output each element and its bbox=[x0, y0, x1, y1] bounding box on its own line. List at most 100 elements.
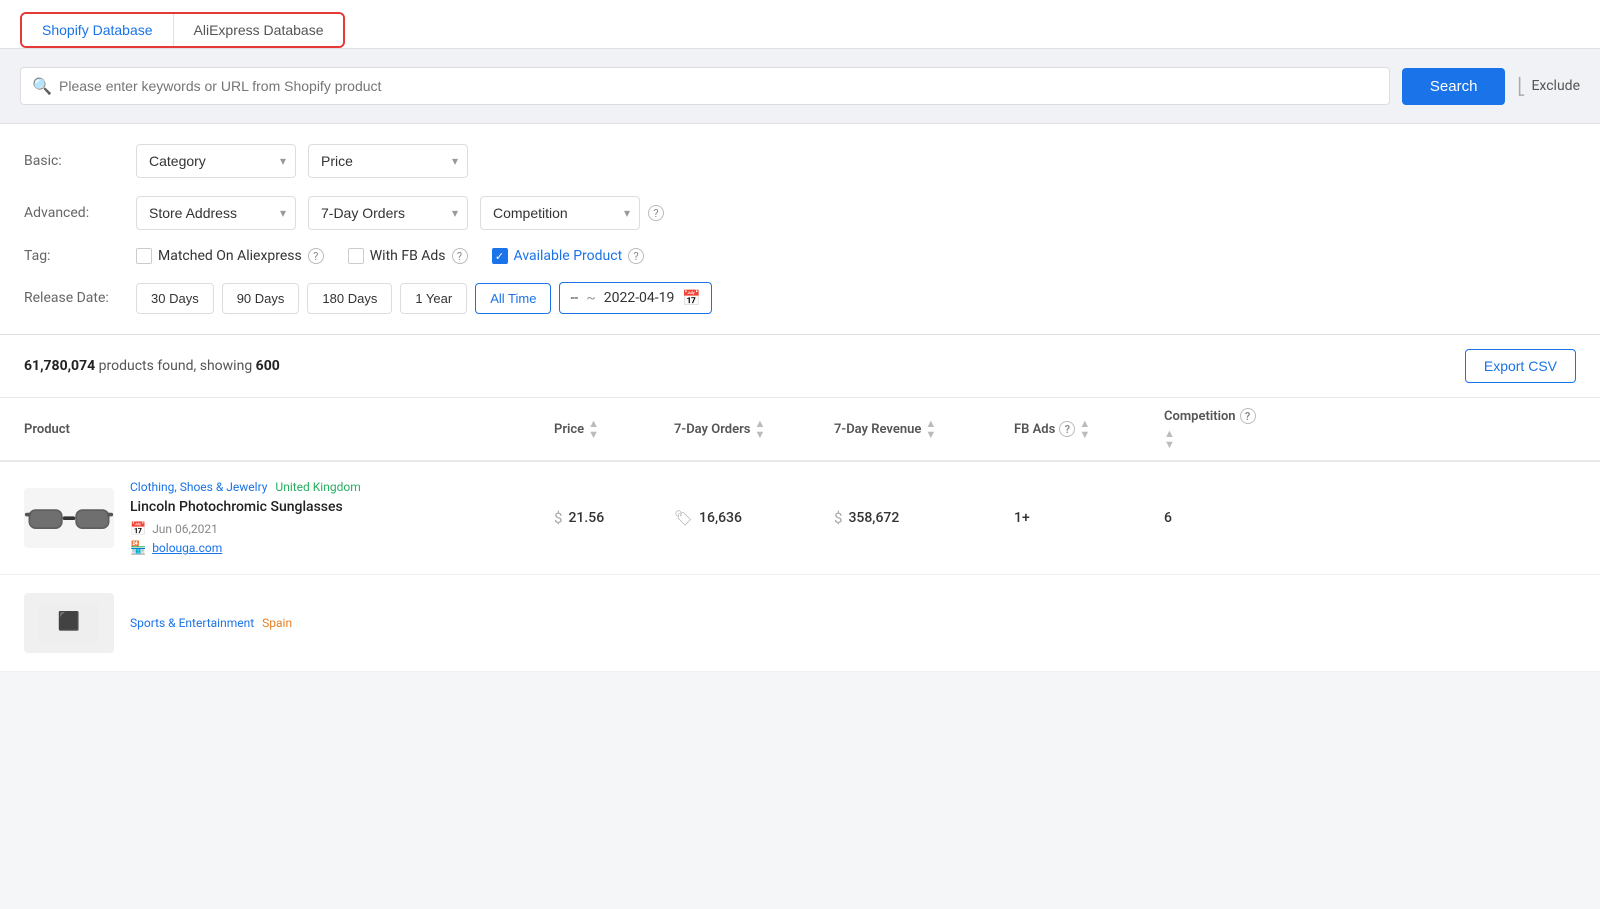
product-name-1[interactable]: Lincoln Photochromic Sunglasses bbox=[130, 498, 361, 518]
fb-ads-label: With FB Ads bbox=[370, 248, 446, 264]
tag-filter-row: Tag: Matched On Aliexpress ? With FB Ads… bbox=[24, 248, 1576, 264]
revenue-cell-1: $ 358,672 bbox=[834, 509, 1014, 527]
revenue-value-1: 358,672 bbox=[848, 510, 899, 526]
exclude-wrap[interactable]: ⎣ Exclude bbox=[1517, 77, 1580, 96]
date-180-days-btn[interactable]: 180 Days bbox=[307, 283, 392, 314]
price-icon-1: $ bbox=[554, 509, 562, 527]
fb-ads-help-icon[interactable]: ? bbox=[452, 248, 468, 264]
product-meta-1: 📅 Jun 06,2021 bbox=[130, 522, 361, 537]
price-select-wrap: Price bbox=[308, 144, 468, 178]
tab-aliexpress-database[interactable]: AliExpress Database bbox=[174, 14, 344, 46]
date-tilde: ~ bbox=[586, 290, 596, 306]
product-info-1: Clothing, Shoes & Jewelry United Kingdom… bbox=[130, 480, 361, 556]
filter-icon: ⎣ bbox=[1517, 77, 1525, 96]
price-cell-1: $ 21.56 bbox=[554, 509, 674, 527]
date-from-value: -- bbox=[570, 290, 578, 306]
orders-value-1: 16,636 bbox=[699, 510, 742, 526]
table-header: Product Price ▲▼ 7-Day Orders ▲▼ 7-Day R… bbox=[0, 398, 1600, 462]
competition-select[interactable]: Competition bbox=[480, 196, 640, 230]
tag-available-product[interactable]: Available Product ? bbox=[492, 248, 645, 264]
tag-matched-aliexpress[interactable]: Matched On Aliexpress ? bbox=[136, 248, 324, 264]
product-info-2: Sports & Entertainment Spain bbox=[130, 616, 292, 630]
price-select[interactable]: Price bbox=[308, 144, 468, 178]
orders-cell-1: 🏷 16,636 bbox=[674, 509, 834, 527]
results-total-label: products found, showing bbox=[99, 358, 256, 374]
price-value-1: 21.56 bbox=[568, 510, 604, 526]
date-1-year-btn[interactable]: 1 Year bbox=[400, 283, 467, 314]
search-input-wrap: 🔍 bbox=[20, 67, 1390, 105]
table-row: Clothing, Shoes & Jewelry United Kingdom… bbox=[0, 462, 1600, 575]
price-sort-icon: ▲▼ bbox=[588, 418, 599, 440]
top-tabs-section: Shopify Database AliExpress Database bbox=[0, 0, 1600, 49]
results-total: 61,780,074 bbox=[24, 358, 95, 374]
competition-value-1: 6 bbox=[1164, 510, 1172, 526]
product-tags-1: Clothing, Shoes & Jewelry United Kingdom bbox=[130, 480, 361, 494]
competition-select-wrap: Competition bbox=[480, 196, 640, 230]
calendar-icon[interactable]: 📅 bbox=[682, 289, 701, 307]
product-date-1: Jun 06,2021 bbox=[152, 522, 218, 536]
fb-ads-col-help-icon[interactable]: ? bbox=[1059, 421, 1075, 437]
th-7day-orders[interactable]: 7-Day Orders ▲▼ bbox=[674, 418, 834, 440]
category-select-wrap: Category bbox=[136, 144, 296, 178]
advanced-filter-row: Advanced: Store Address 7-Day Orders Com… bbox=[24, 196, 1576, 230]
fb-ads-cell-1: 1+ bbox=[1014, 510, 1164, 526]
product-country-1: United Kingdom bbox=[275, 480, 360, 494]
basic-label: Basic: bbox=[24, 153, 124, 169]
available-product-checkbox[interactable] bbox=[492, 248, 508, 264]
product-store-1[interactable]: bolouga.com bbox=[152, 541, 222, 555]
orders-sort-icon: ▲▼ bbox=[754, 418, 765, 440]
product-store-meta-1: 🏪 bolouga.com bbox=[130, 541, 361, 556]
product-tags-2: Sports & Entertainment Spain bbox=[130, 616, 292, 630]
exclude-label: Exclude bbox=[1531, 78, 1580, 94]
release-date-row: Release Date: 30 Days 90 Days 180 Days 1… bbox=[24, 282, 1576, 314]
fb-ads-checkbox[interactable] bbox=[348, 248, 364, 264]
competition-col-help-icon[interactable]: ? bbox=[1240, 408, 1256, 424]
product-image-1 bbox=[24, 488, 114, 548]
orders-icon-1: 🏷 bbox=[674, 509, 693, 527]
tag-row: Matched On Aliexpress ? With FB Ads ? Av… bbox=[136, 248, 644, 264]
date-row: 30 Days 90 Days 180 Days 1 Year All Time… bbox=[136, 282, 712, 314]
category-select[interactable]: Category bbox=[136, 144, 296, 178]
tag-label: Tag: bbox=[24, 248, 124, 264]
export-csv-button[interactable]: Export CSV bbox=[1465, 349, 1576, 383]
competition-cell-1: 6 bbox=[1164, 510, 1314, 526]
filters-section: Basic: Category Price Advanced: Store Ad… bbox=[0, 124, 1600, 335]
tab-shopify-database[interactable]: Shopify Database bbox=[22, 14, 174, 46]
competition-help-icon[interactable]: ? bbox=[648, 205, 664, 221]
tab-border-box: Shopify Database AliExpress Database bbox=[20, 12, 345, 48]
search-input[interactable] bbox=[20, 67, 1390, 105]
product-cell-2: ⬛ Sports & Entertainment Spain bbox=[24, 593, 554, 653]
results-bar: 61,780,074 products found, showing 600 E… bbox=[0, 335, 1600, 398]
orders-select[interactable]: 7-Day Orders bbox=[308, 196, 468, 230]
matched-aliexpress-checkbox[interactable] bbox=[136, 248, 152, 264]
date-to-value: 2022-04-19 bbox=[604, 290, 675, 306]
date-30-days-btn[interactable]: 30 Days bbox=[136, 283, 214, 314]
store-address-select-wrap: Store Address bbox=[136, 196, 296, 230]
th-competition[interactable]: Competition ? ▲▼ bbox=[1164, 408, 1314, 450]
svg-text:⬛: ⬛ bbox=[58, 610, 80, 632]
revenue-sort-icon: ▲▼ bbox=[925, 418, 936, 440]
date-all-time-btn[interactable]: All Time bbox=[475, 283, 551, 314]
results-count: 61,780,074 products found, showing 600 bbox=[24, 358, 280, 374]
fb-ads-sort-icon: ▲▼ bbox=[1079, 418, 1090, 440]
date-90-days-btn[interactable]: 90 Days bbox=[222, 283, 300, 314]
date-icon-1: 📅 bbox=[130, 522, 146, 537]
table-row: ⬛ Sports & Entertainment Spain bbox=[0, 575, 1600, 672]
store-address-select[interactable]: Store Address bbox=[136, 196, 296, 230]
search-icon: 🔍 bbox=[32, 77, 52, 96]
th-price[interactable]: Price ▲▼ bbox=[554, 418, 674, 440]
tag-fb-ads[interactable]: With FB Ads ? bbox=[348, 248, 468, 264]
product-category-2: Sports & Entertainment bbox=[130, 616, 254, 630]
search-bar-section: 🔍 Search ⎣ Exclude bbox=[0, 49, 1600, 124]
table-section: Product Price ▲▼ 7-Day Orders ▲▼ 7-Day R… bbox=[0, 398, 1600, 672]
th-fb-ads[interactable]: FB Ads ? ▲▼ bbox=[1014, 418, 1164, 440]
th-7day-revenue[interactable]: 7-Day Revenue ▲▼ bbox=[834, 418, 1014, 440]
available-product-label: Available Product bbox=[514, 248, 623, 264]
search-button[interactable]: Search bbox=[1402, 68, 1506, 105]
date-range-wrap[interactable]: -- ~ 2022-04-19 📅 bbox=[559, 282, 712, 314]
matched-aliexpress-help-icon[interactable]: ? bbox=[308, 248, 324, 264]
release-date-label: Release Date: bbox=[24, 290, 124, 306]
th-product: Product bbox=[24, 422, 554, 437]
available-product-help-icon[interactable]: ? bbox=[628, 248, 644, 264]
competition-select-group: Competition ? bbox=[480, 196, 664, 230]
